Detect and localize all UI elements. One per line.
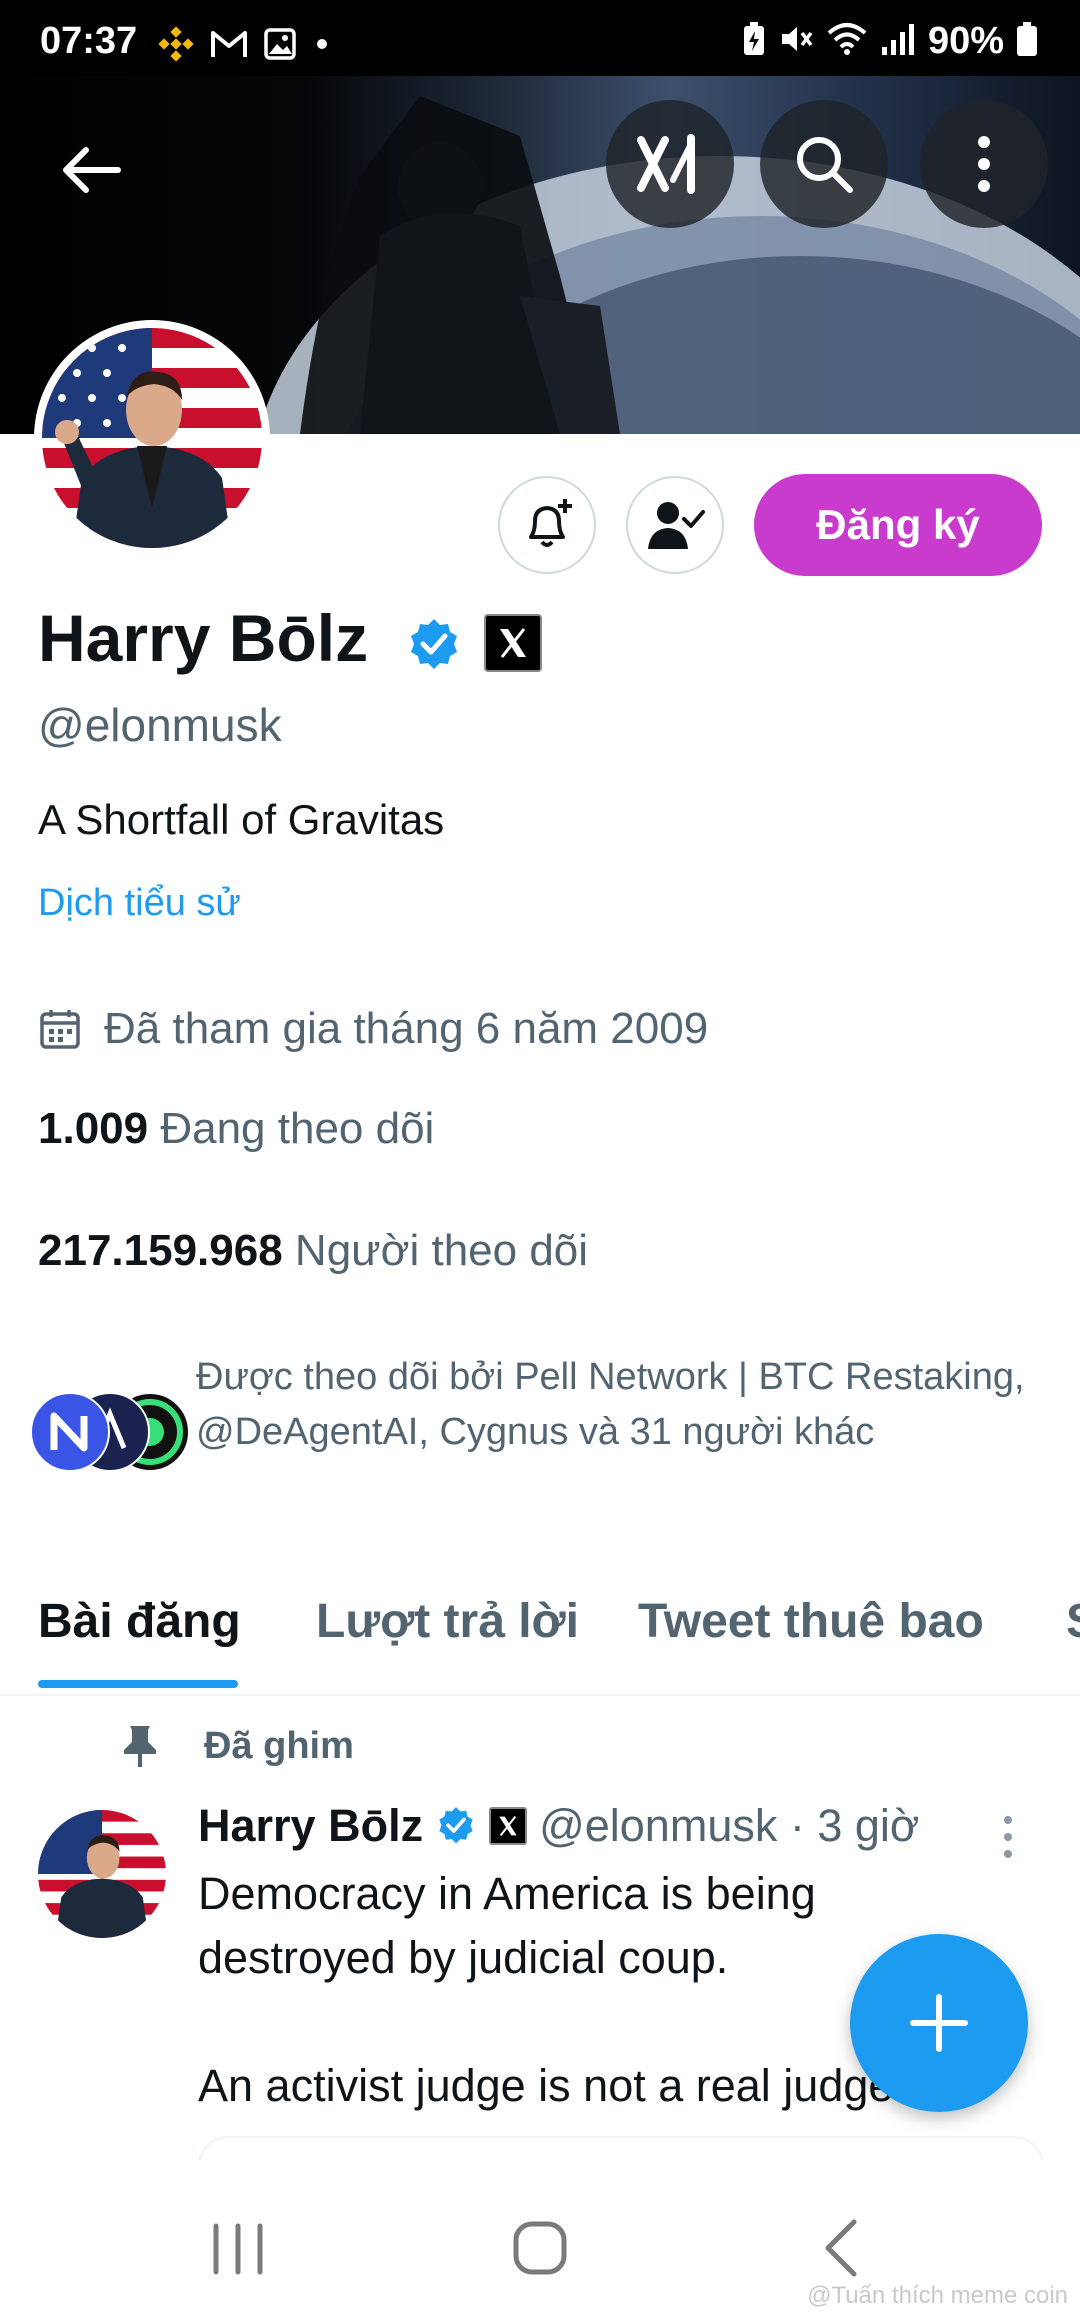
tweet-header: Harry Bōlz @elonmusk · 3 giờ bbox=[198, 1800, 919, 1852]
search-icon bbox=[797, 137, 853, 193]
followers-label: Người theo dõi bbox=[294, 1226, 589, 1275]
back-nav-button[interactable] bbox=[820, 2218, 860, 2283]
back-button[interactable] bbox=[48, 128, 132, 212]
subscribe-button[interactable]: Đăng ký bbox=[754, 474, 1042, 576]
tab-subscriber-tweets[interactable]: Tweet thuê bao bbox=[638, 1594, 984, 1649]
gallery-icon bbox=[264, 27, 296, 65]
tweet-x-badge-icon bbox=[489, 1807, 528, 1845]
compose-button[interactable] bbox=[850, 1934, 1028, 2112]
grok-icon bbox=[637, 134, 695, 194]
status-time: 07:37 bbox=[40, 20, 138, 62]
battery-icon bbox=[1016, 21, 1038, 62]
active-tab-indicator bbox=[38, 1680, 238, 1688]
status-right-icons: 90% bbox=[742, 20, 1038, 63]
dot-icon bbox=[312, 34, 332, 59]
tweet-author-name[interactable]: Harry Bōlz bbox=[198, 1800, 423, 1852]
watermark: @Tuấn thích meme coin bbox=[807, 2282, 1068, 2309]
tweet-verified-icon bbox=[439, 1807, 473, 1844]
avatar-image bbox=[42, 328, 262, 548]
plus-icon bbox=[910, 1994, 968, 2052]
battery-percentage: 90% bbox=[927, 20, 1004, 62]
following-button[interactable] bbox=[626, 476, 724, 574]
grok-button[interactable] bbox=[606, 100, 734, 228]
tab-next[interactable]: S bbox=[1066, 1594, 1080, 1649]
follower-avatar-1 bbox=[30, 1392, 110, 1472]
gmail-icon bbox=[210, 29, 248, 64]
signal-icon bbox=[880, 21, 916, 62]
tweet-more-icon bbox=[1004, 1816, 1012, 1858]
joined-row: Đã tham gia tháng 6 năm 2009 bbox=[38, 1004, 708, 1054]
tweet-avatar[interactable] bbox=[38, 1810, 166, 1938]
recent-apps-button[interactable] bbox=[210, 2222, 266, 2281]
search-button[interactable] bbox=[760, 100, 888, 228]
verified-badge-icon[interactable] bbox=[405, 616, 463, 679]
translate-bio-link[interactable]: Dịch tiểu sử bbox=[38, 882, 241, 925]
tweet-avatar-image bbox=[38, 1810, 166, 1938]
following-stat[interactable]: 1.009 Đang theo dõi bbox=[38, 1104, 434, 1154]
joined-date: Đã tham gia tháng 6 năm 2009 bbox=[104, 1004, 709, 1053]
tab-replies[interactable]: Lượt trả lời bbox=[316, 1594, 579, 1649]
more-button[interactable] bbox=[920, 100, 1048, 228]
notifications-button[interactable] bbox=[498, 476, 596, 574]
tweet-more-button[interactable] bbox=[1000, 1814, 1016, 1865]
profile-avatar[interactable] bbox=[34, 320, 270, 556]
binance-icon bbox=[158, 25, 194, 67]
following-count: 1.009 bbox=[38, 1104, 149, 1153]
pin-icon bbox=[124, 1726, 156, 1767]
battery-saver-icon bbox=[742, 21, 766, 62]
pinned-label: Đã ghim bbox=[204, 1724, 354, 1767]
profile-handle: @elonmusk bbox=[38, 699, 282, 751]
pinned-row: Đã ghim bbox=[120, 1724, 354, 1768]
wifi-icon bbox=[826, 21, 868, 62]
tweet-meta: @elonmusk · 3 giờ bbox=[539, 1800, 920, 1851]
home-icon bbox=[513, 2221, 567, 2275]
person-check-icon bbox=[648, 502, 705, 549]
tab-posts[interactable]: Bài đăng bbox=[38, 1594, 241, 1649]
mute-icon bbox=[778, 21, 814, 62]
status-left-icons bbox=[158, 24, 332, 68]
followed-by-text[interactable]: Được theo dõi bởi Pell Network | BTC Res… bbox=[196, 1350, 1046, 1460]
followers-stat[interactable]: 217.159.968 Người theo dõi bbox=[38, 1226, 588, 1276]
more-icon bbox=[978, 136, 990, 192]
home-button[interactable] bbox=[512, 2218, 568, 2283]
followed-by-avatars[interactable] bbox=[30, 1392, 190, 1472]
profile-bio: A Shortfall of Gravitas bbox=[38, 796, 445, 843]
bell-plus-icon bbox=[529, 499, 572, 547]
back-icon bbox=[63, 147, 121, 193]
profile-name: Harry Bōlz bbox=[38, 601, 369, 675]
followers-count: 217.159.968 bbox=[38, 1226, 283, 1275]
x-affiliate-badge-icon[interactable] bbox=[484, 614, 542, 672]
calendar-icon bbox=[40, 1010, 80, 1049]
recent-apps-icon bbox=[213, 2223, 263, 2275]
following-label: Đang theo dõi bbox=[160, 1104, 435, 1153]
chevron-left-icon bbox=[825, 2219, 857, 2277]
tweet-text[interactable]: Democracy in America is being destroyed … bbox=[198, 1862, 958, 2118]
